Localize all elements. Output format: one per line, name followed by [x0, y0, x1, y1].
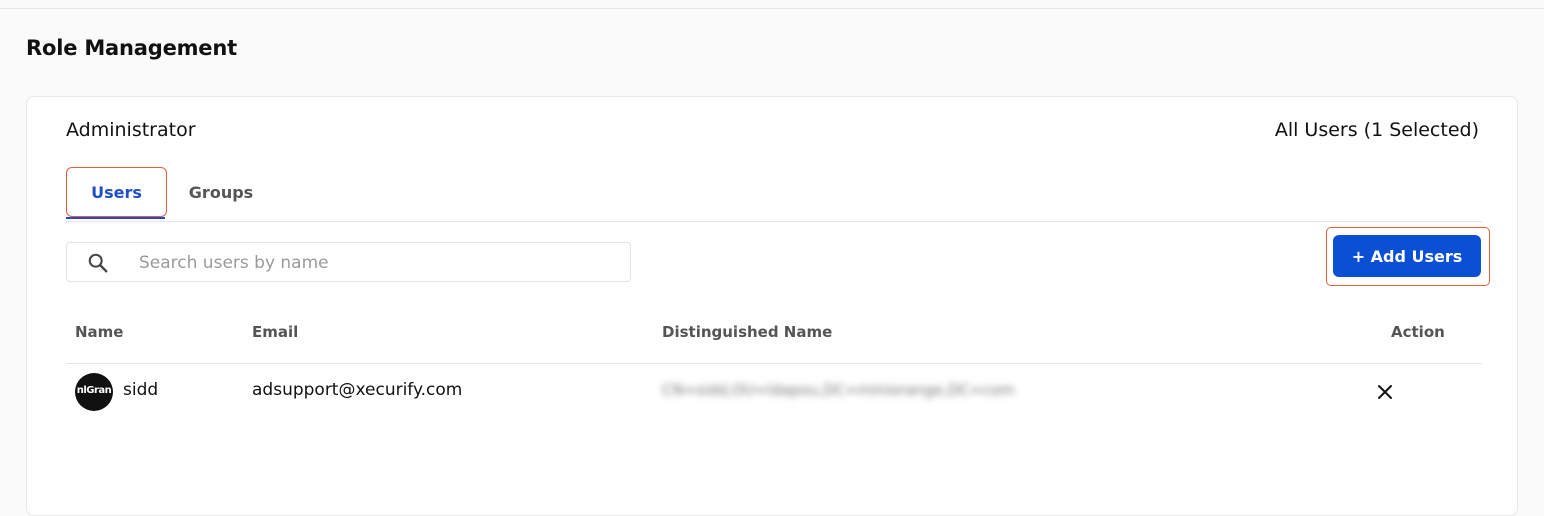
avatar-logo-text: nlGran	[76, 385, 112, 396]
search-box[interactable]	[66, 242, 631, 282]
tabs-divider	[66, 221, 1482, 222]
column-header-distinguished-name: Distinguished Name	[662, 323, 833, 341]
column-header-name: Name	[75, 323, 124, 341]
add-users-highlight: + Add Users	[1326, 227, 1490, 286]
user-distinguished-name: CN=sidd,OU=ldapou,DC=miniorange,DC=com	[662, 381, 1015, 399]
active-tab-indicator	[66, 217, 165, 219]
tab-users-label: Users	[91, 182, 142, 202]
close-icon[interactable]	[1375, 382, 1395, 402]
tab-groups-label: Groups	[188, 182, 254, 202]
role-name: Administrator	[66, 119, 196, 141]
user-email: adsupport@xecurify.com	[252, 380, 463, 400]
tab-users[interactable]: Users	[66, 167, 167, 217]
search-input[interactable]	[137, 248, 621, 278]
top-divider	[0, 8, 1544, 9]
role-card: Administrator All Users (1 Selected) Use…	[26, 96, 1518, 516]
table-header-divider	[66, 363, 1482, 364]
tab-groups[interactable]: Groups	[171, 167, 271, 217]
user-name: sidd	[123, 380, 159, 400]
selection-summary: All Users (1 Selected)	[1274, 119, 1479, 141]
add-users-button[interactable]: + Add Users	[1333, 235, 1481, 277]
column-header-action: Action	[1391, 323, 1445, 341]
column-header-email: Email	[252, 323, 299, 341]
search-icon	[88, 253, 108, 273]
table-row: nlGran sidd adsupport@xecurify.com CN=si…	[66, 369, 1482, 425]
page-title: Role Management	[26, 36, 237, 60]
avatar: nlGran	[75, 373, 113, 411]
